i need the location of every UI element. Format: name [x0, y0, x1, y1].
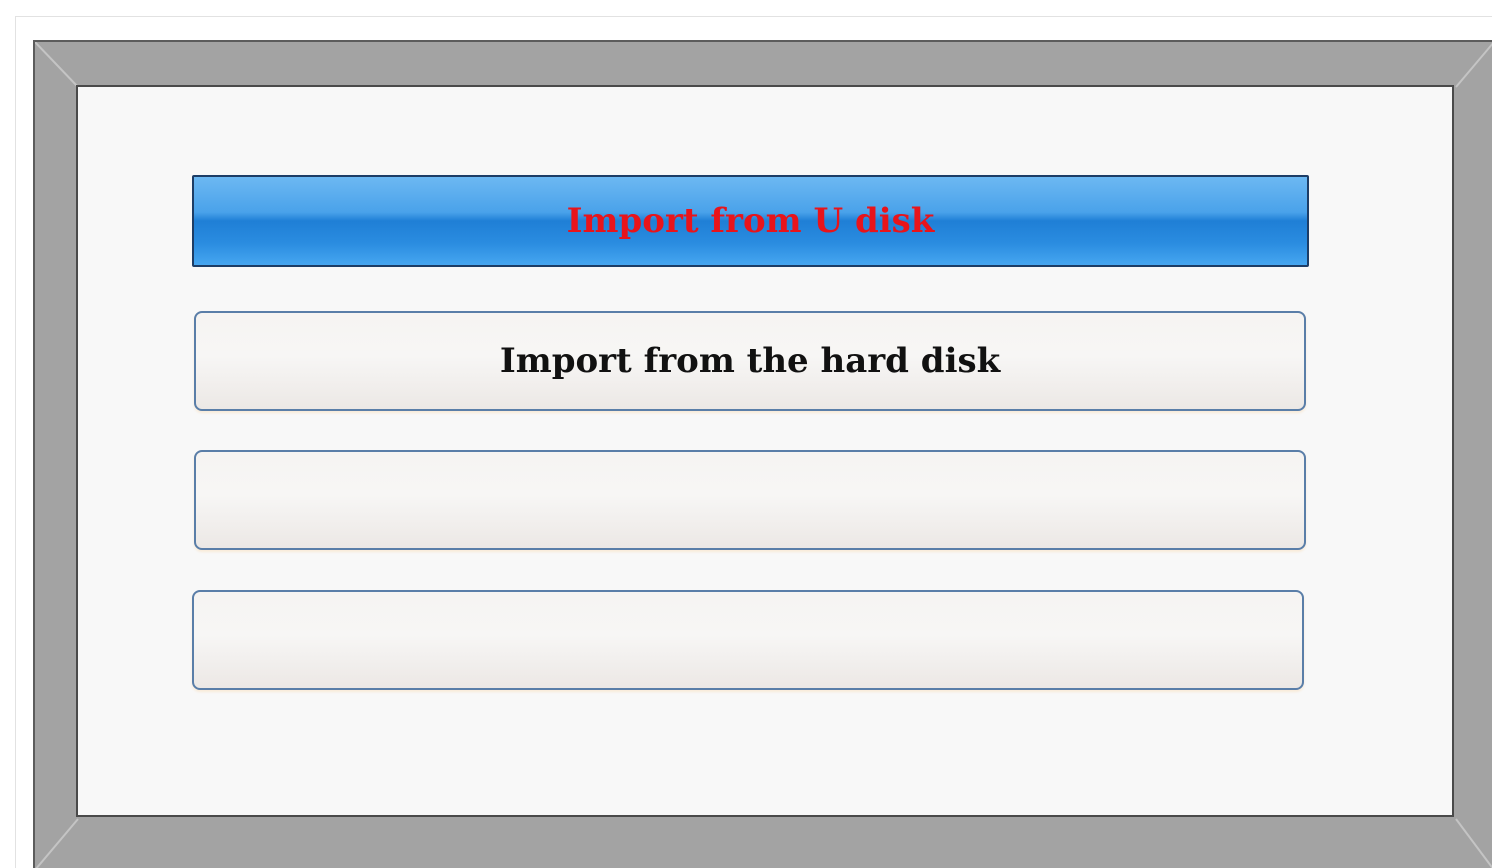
- import-from-u-disk-label: Import from U disk: [566, 201, 935, 241]
- import-from-hard-disk-button[interactable]: Import from the hard disk: [194, 311, 1306, 411]
- empty-option-button-4[interactable]: [192, 590, 1304, 690]
- import-from-hard-disk-label: Import from the hard disk: [499, 341, 1001, 381]
- empty-option-button-3[interactable]: [194, 450, 1306, 550]
- import-from-u-disk-button[interactable]: Import from U disk: [192, 175, 1309, 267]
